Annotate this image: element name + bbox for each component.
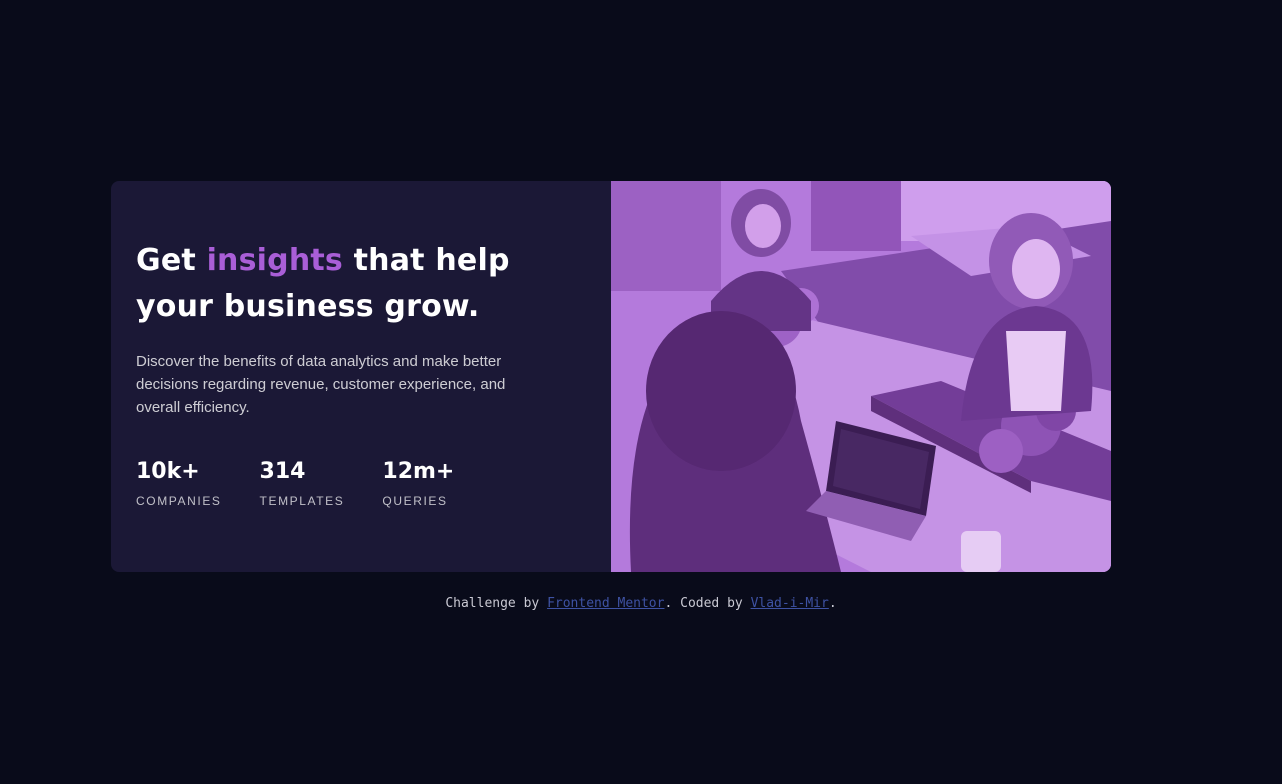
stat-label: Templates [259, 494, 345, 508]
author-link[interactable]: Vlad-i-Mir [751, 596, 829, 611]
stat-label: Companies [136, 494, 222, 508]
attribution: Challenge by Frontend Mentor. Coded by V… [0, 596, 1282, 611]
headline-accent: insights [206, 243, 343, 278]
card-content: Get insights that help your business gro… [111, 181, 611, 572]
stat-templates: 314 Templates [260, 459, 345, 508]
attribution-prefix: Challenge by [445, 596, 548, 611]
description: Discover the benefits of data analytics … [136, 353, 506, 416]
stat-value: 314 [259, 459, 306, 484]
office-photo-illustration [611, 181, 1111, 572]
stat-queries: 12m+ Queries [382, 459, 454, 508]
stats-preview-card: Get insights that help your business gro… [111, 181, 1111, 572]
stat-label: Queries [382, 494, 448, 508]
headline-start: Get [136, 243, 207, 278]
attribution-suffix: . [828, 596, 837, 611]
stat-companies: 10k+ Companies [136, 459, 222, 508]
stat-value: 12m+ [382, 459, 455, 484]
header-image [611, 181, 1111, 572]
attribution-middle: . Coded by [664, 596, 751, 611]
stats-row: 10k+ Companies 314 Templates 12m+ Querie… [136, 459, 492, 508]
page: Get insights that help your business gro… [0, 0, 1282, 784]
frontend-mentor-link[interactable]: Frontend Mentor [547, 596, 664, 611]
headline: Get insights that help your business gro… [136, 238, 586, 330]
stat-value: 10k+ [136, 459, 200, 484]
